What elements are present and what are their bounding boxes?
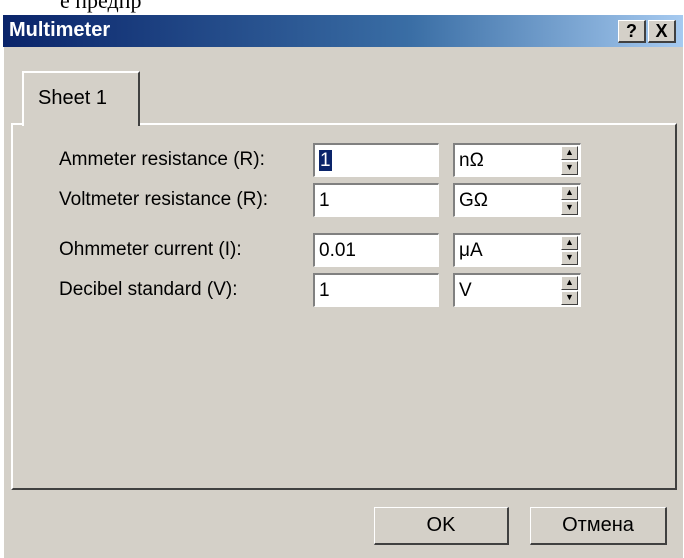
spin-up-icon[interactable]: ▲ xyxy=(561,236,578,250)
spin-up-icon[interactable]: ▲ xyxy=(561,276,578,290)
ammeter-unit-spinner[interactable]: ▲ ▼ xyxy=(561,146,578,175)
close-button[interactable]: X xyxy=(648,20,676,43)
spin-down-icon[interactable]: ▼ xyxy=(561,161,578,175)
ok-button[interactable]: OK xyxy=(374,507,509,545)
ammeter-resistance-value: 1 xyxy=(319,150,332,171)
voltmeter-resistance-value: 1 xyxy=(319,190,330,211)
ammeter-unit-value: nΩ xyxy=(459,150,484,171)
help-button[interactable]: ? xyxy=(618,20,646,43)
ohmmeter-current-value: 0.01 xyxy=(319,240,356,261)
spin-up-icon[interactable]: ▲ xyxy=(561,186,578,200)
title-bar[interactable]: Multimeter ? X xyxy=(3,15,683,47)
multimeter-dialog: Multimeter ? X Sheet 1 Ammeter resistanc… xyxy=(3,15,683,558)
voltmeter-unit-spinner[interactable]: ▲ ▼ xyxy=(561,186,578,215)
decibel-unit-spinner[interactable]: ▲ ▼ xyxy=(561,276,578,305)
spin-up-icon[interactable]: ▲ xyxy=(561,146,578,160)
ohmmeter-unit-value: μA xyxy=(459,240,483,261)
spin-down-icon[interactable]: ▼ xyxy=(561,291,578,305)
cropped-document-text: е предпр xyxy=(0,0,684,14)
voltmeter-resistance-unit[interactable]: GΩ ▲ ▼ xyxy=(453,183,581,217)
spin-down-icon[interactable]: ▼ xyxy=(561,201,578,215)
ammeter-resistance-label: Ammeter resistance (R): xyxy=(59,149,265,170)
ohmmeter-current-unit[interactable]: μA ▲ ▼ xyxy=(453,233,581,267)
ohmmeter-current-label: Ohmmeter current (I): xyxy=(59,239,242,260)
decibel-standard-label: Decibel standard (V): xyxy=(59,279,238,300)
spin-down-icon[interactable]: ▼ xyxy=(561,251,578,265)
decibel-standard-unit[interactable]: V ▲ ▼ xyxy=(453,273,581,307)
decibel-standard-input[interactable]: 1 xyxy=(313,273,439,307)
decibel-standard-value: 1 xyxy=(319,280,330,301)
ohmmeter-current-input[interactable]: 0.01 xyxy=(313,233,439,267)
cancel-button[interactable]: Отмена xyxy=(530,507,667,545)
voltmeter-resistance-input[interactable]: 1 xyxy=(313,183,439,217)
ammeter-resistance-unit[interactable]: nΩ ▲ ▼ xyxy=(453,143,581,177)
voltmeter-unit-value: GΩ xyxy=(459,190,488,211)
ohmmeter-unit-spinner[interactable]: ▲ ▼ xyxy=(561,236,578,265)
dialog-title: Multimeter xyxy=(9,19,111,41)
voltmeter-resistance-label: Voltmeter resistance (R): xyxy=(59,189,269,210)
tab-sheet-1[interactable]: Sheet 1 xyxy=(22,71,140,126)
decibel-unit-value: V xyxy=(459,280,472,301)
tab-label: Sheet 1 xyxy=(38,87,107,109)
ammeter-resistance-input[interactable]: 1 xyxy=(313,143,439,177)
